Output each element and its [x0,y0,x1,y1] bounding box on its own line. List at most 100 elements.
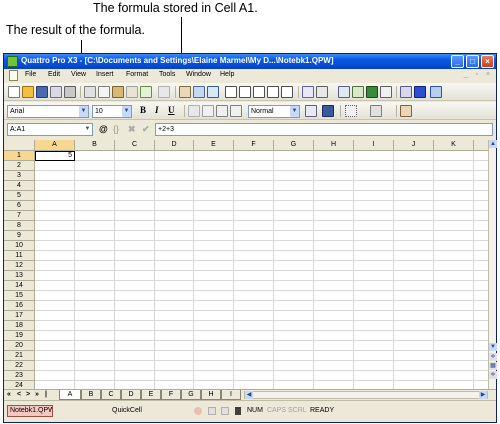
row-header[interactable]: 2 [4,161,35,171]
sheet-tab-h[interactable]: H [201,390,221,400]
row-header[interactable]: 21 [4,351,35,361]
row-header[interactable]: 12 [4,261,35,271]
new-icon[interactable] [8,86,20,98]
row-header[interactable]: 3 [4,171,35,181]
vertical-scrollbar[interactable]: ▲ ▼ ≑ ▦ ≑ [488,140,497,389]
style-select[interactable]: Normal ▼ [248,105,300,118]
row-header[interactable]: 17 [4,311,35,321]
function-icon[interactable] [302,86,314,98]
browse-grid-icon[interactable]: ▦ [489,362,497,370]
scroll-up-icon[interactable]: ▲ [489,140,497,148]
sheet-tab-i[interactable]: I [221,390,241,400]
quickcell-label[interactable]: QuickCell [112,407,142,414]
formula-input[interactable]: +2+3 [155,123,493,136]
table-icon[interactable] [366,86,378,98]
print-icon[interactable] [64,86,76,98]
sheet-tab-c[interactable]: C [101,390,121,400]
column-header-b[interactable]: B [75,140,115,151]
close-button[interactable]: × [481,55,494,68]
text-box-icon[interactable] [207,86,219,98]
column-header-f[interactable]: F [234,140,274,151]
column-header-e[interactable]: E [194,140,234,151]
border-color-icon[interactable] [370,105,382,117]
chart-icon[interactable] [179,86,191,98]
maximize-button[interactable]: □ [466,55,479,68]
print-preview-icon[interactable] [50,86,62,98]
quickfill-icon[interactable] [352,86,364,98]
document-window-controls[interactable]: _ ▫ × [464,71,493,78]
chevron-down-icon[interactable]: ▼ [83,124,92,135]
menu-file[interactable]: File [25,71,36,78]
column-header-h[interactable]: H [314,140,354,151]
notebook-tab[interactable]: Notebk1.QPW [7,405,53,417]
row-header[interactable]: 1 [4,151,35,161]
row-header[interactable]: 4 [4,181,35,191]
column-header-i[interactable]: I [354,140,394,151]
title-bar[interactable]: Quattro Pro X3 - [C:\Documents and Setti… [4,54,496,69]
menu-edit[interactable]: Edit [48,71,60,78]
row-header[interactable]: 13 [4,271,35,281]
row-header[interactable]: 15 [4,291,35,301]
quattro-app-icon[interactable] [7,56,18,67]
column-header-d[interactable]: D [155,140,194,151]
copy-icon[interactable] [98,86,110,98]
column-header-j[interactable]: J [394,140,434,151]
minimize-button[interactable]: _ [451,55,464,68]
prev-sheet-button[interactable]: < [17,390,21,400]
first-sheet-button[interactable]: « [7,390,11,400]
font-size-select[interactable]: 10 ▼ [92,105,132,118]
at-function-icon[interactable]: @ [99,124,108,135]
menu-format[interactable]: Format [126,71,148,78]
sheet-tab-g[interactable]: G [181,390,201,400]
select-all-corner[interactable] [4,140,35,151]
navigate-icon[interactable] [430,86,442,98]
column-header-a[interactable]: A [35,140,75,151]
fit-column-icon[interactable] [281,86,293,98]
chevron-down-icon[interactable]: ▼ [122,106,131,117]
sheet-tab-f[interactable]: F [161,390,181,400]
underline-button[interactable]: U [168,105,175,115]
browse-down-icon[interactable]: ≑ [489,371,497,379]
row-header[interactable]: 11 [4,251,35,261]
column-header-c[interactable]: C [115,140,155,151]
save-icon[interactable] [36,86,48,98]
highlight-icon[interactable] [188,105,200,117]
cell-reference-box[interactable]: A:A1 ▼ [7,123,93,136]
horizontal-scrollbar[interactable]: ◀ ▶ [244,391,488,399]
spell-as-you-go-icon[interactable] [202,105,214,117]
row-header[interactable]: 9 [4,231,35,241]
scroll-right-icon[interactable]: ▶ [479,391,487,399]
row-header[interactable]: 7 [4,211,35,221]
menu-insert[interactable]: Insert [96,71,114,78]
open-icon[interactable] [22,86,34,98]
row-header[interactable]: 8 [4,221,35,231]
sheet-tab-a[interactable]: A [59,390,81,400]
sort-icon[interactable] [338,86,350,98]
insert-row-icon[interactable] [225,86,237,98]
row-header[interactable]: 22 [4,361,35,371]
scroll-down-icon[interactable]: ▼ [489,343,497,351]
row-header[interactable]: 24 [4,381,35,389]
row-header[interactable]: 18 [4,321,35,331]
last-sheet-button[interactable]: » [35,390,39,400]
text-size-icon[interactable] [230,105,242,117]
paste-icon[interactable] [112,86,124,98]
row-header[interactable]: 23 [4,371,35,381]
sheet-tab-d[interactable]: D [121,390,141,400]
chevron-down-icon[interactable]: ▼ [79,106,88,117]
insert-column-icon[interactable] [253,86,265,98]
italic-button[interactable]: I [155,105,159,115]
scroll-left-icon[interactable]: ◀ [245,391,253,399]
browse-up-icon[interactable]: ≑ [489,353,497,361]
grid-icon[interactable] [380,86,392,98]
sheet-nav-end-button[interactable]: | [45,390,47,400]
next-sheet-button[interactable]: > [26,390,30,400]
cell-a1[interactable]: 5 [35,151,75,161]
row-header[interactable]: 20 [4,341,35,351]
align-icon[interactable] [305,105,317,117]
chevron-down-icon[interactable]: ▼ [290,106,299,117]
star-icon[interactable] [414,86,426,98]
insert-chart-icon[interactable] [193,86,205,98]
format-painter-icon[interactable] [126,86,138,98]
columns-icon[interactable] [400,105,412,117]
